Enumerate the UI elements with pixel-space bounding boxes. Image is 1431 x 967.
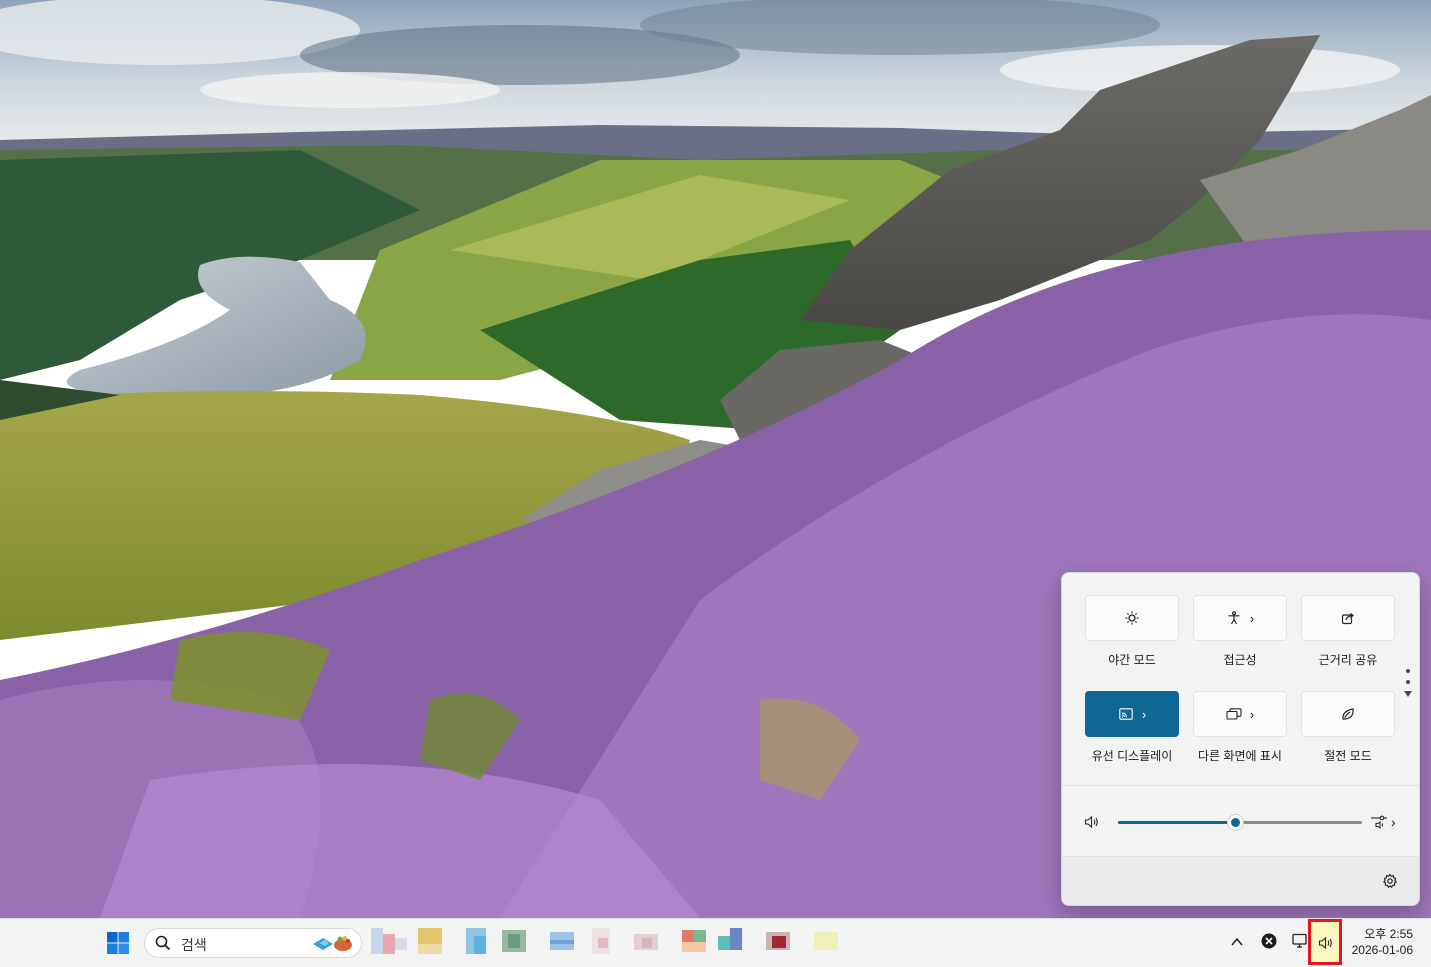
quick-settings-footer bbox=[1062, 856, 1419, 905]
taskbar-app-7[interactable] bbox=[634, 928, 670, 954]
tile-night-light[interactable] bbox=[1085, 595, 1179, 641]
search-box[interactable]: 검색 bbox=[144, 928, 362, 958]
chevron-right-icon[interactable]: › bbox=[1250, 612, 1254, 625]
tray-volume-button[interactable] bbox=[1308, 919, 1342, 965]
tile-accessibility[interactable]: › bbox=[1193, 595, 1287, 641]
accessibility-icon bbox=[1226, 610, 1242, 626]
windows-logo-icon[interactable] bbox=[106, 931, 130, 955]
night-light-icon bbox=[1124, 610, 1140, 626]
chevron-right-icon[interactable]: › bbox=[1250, 708, 1254, 721]
clock-time: 오후 2:55 bbox=[1364, 927, 1413, 941]
gear-icon[interactable] bbox=[1382, 873, 1398, 889]
page-dot[interactable] bbox=[1406, 680, 1410, 684]
energy-saver-icon bbox=[1340, 706, 1356, 722]
clock[interactable]: 오후 2:55 2026-01-06 bbox=[1352, 926, 1413, 958]
taskbar-app-5[interactable] bbox=[550, 928, 586, 954]
taskbar-app-8[interactable] bbox=[682, 928, 718, 954]
taskbar-app-9[interactable] bbox=[718, 928, 754, 954]
tile-accessibility-label: 접근성 bbox=[1223, 653, 1257, 667]
page-dot[interactable] bbox=[1406, 669, 1410, 673]
taskbar-app-1[interactable] bbox=[371, 928, 407, 954]
speaker-icon[interactable] bbox=[1084, 815, 1100, 829]
volume-slider-fill bbox=[1118, 821, 1236, 824]
taskbar-app-4[interactable] bbox=[502, 928, 538, 954]
tile-energy-saver[interactable] bbox=[1301, 691, 1395, 737]
search-highlight-icon bbox=[311, 934, 355, 952]
sound-output-icon[interactable]: › bbox=[1370, 814, 1400, 830]
tile-nearby-share[interactable] bbox=[1301, 595, 1395, 641]
tile-nearby-share-label: 근거리 공유 bbox=[1318, 653, 1378, 667]
search-placeholder: 검색 bbox=[181, 937, 207, 953]
cast-icon bbox=[1118, 706, 1134, 722]
search-icon bbox=[155, 935, 171, 951]
taskbar-app-11[interactable] bbox=[814, 928, 850, 954]
volume-row: › bbox=[1062, 786, 1419, 856]
taskbar-app-10[interactable] bbox=[766, 928, 802, 954]
volume-slider[interactable] bbox=[1118, 814, 1362, 831]
chevron-up-icon[interactable] bbox=[1230, 935, 1244, 949]
speaker-icon bbox=[1318, 936, 1334, 950]
taskbar-app-3[interactable] bbox=[462, 928, 498, 954]
clock-date: 2026-01-06 bbox=[1351, 943, 1413, 957]
quick-settings-panel: 야간 모드 › 접근성 근거리 공유 › 유선 디스플레이 › 다른 화면에 표… bbox=[1061, 572, 1420, 906]
tile-project[interactable]: › bbox=[1193, 691, 1287, 737]
chevron-right-icon[interactable]: › bbox=[1142, 708, 1146, 721]
taskbar-app-2[interactable] bbox=[418, 928, 454, 954]
tile-cast[interactable]: › bbox=[1085, 691, 1179, 737]
project-icon bbox=[1226, 706, 1242, 722]
tile-project-label: 다른 화면에 표시 bbox=[1198, 749, 1282, 763]
page-indicator[interactable] bbox=[1404, 669, 1412, 697]
page-down-arrow-icon[interactable] bbox=[1404, 691, 1412, 697]
close-circle-icon[interactable] bbox=[1261, 933, 1277, 949]
tile-cast-label: 유선 디스플레이 bbox=[1091, 749, 1173, 763]
tile-night-light-label: 야간 모드 bbox=[1108, 653, 1156, 667]
volume-slider-thumb[interactable] bbox=[1227, 814, 1245, 831]
taskbar-app-6[interactable] bbox=[588, 928, 624, 954]
taskbar: 검색 오후 2:55 2026-01-06 bbox=[0, 918, 1431, 967]
nearby-share-icon bbox=[1340, 610, 1356, 626]
tile-energy-saver-label: 절전 모드 bbox=[1324, 749, 1372, 763]
